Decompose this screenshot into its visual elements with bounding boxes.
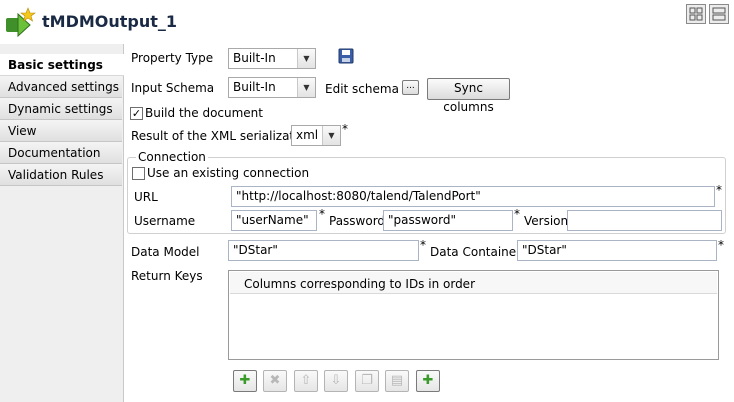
data-model-label: Data Model [131,245,200,259]
component-header: tMDMOutput_1 [0,0,734,44]
url-field[interactable]: "http://localhost:8080/talend/TalendPort… [231,186,715,207]
tab-dynamic-settings[interactable]: Dynamic settings [0,98,122,120]
build-document-checkbox[interactable]: ✓ [130,107,143,120]
required-marker: * [514,207,520,221]
password-label: Password [329,214,386,228]
required-marker: * [319,207,325,221]
return-keys-label: Return Keys [131,269,203,283]
tab-advanced-settings[interactable]: Advanced settings [0,76,122,98]
copy-icon[interactable]: ❐ [355,370,379,392]
tab-view[interactable]: View [0,120,122,142]
property-type-value: Built-In [233,51,276,65]
connection-group-title: Connection [136,150,208,164]
add-icon[interactable]: ✚ [233,370,257,392]
input-schema-value: Built-In [233,80,276,94]
tab-basic-settings[interactable]: Basic settings [0,54,124,76]
use-existing-connection-label: Use an existing connection [147,166,310,180]
property-type-select[interactable]: Built-In ▼ [228,48,316,69]
grid-view-icon[interactable] [686,4,706,24]
chevron-down-icon: ▼ [297,49,315,68]
build-document-label: Build the document [145,106,263,120]
property-type-label: Property Type [131,51,214,65]
return-keys-toolbar: ✚ ✖ ⇧ ⇩ ❐ ▤ ✚ [233,370,453,394]
data-model-field[interactable]: "DStar" [228,240,419,261]
input-schema-select[interactable]: Built-In ▼ [228,77,316,98]
settings-sidebar: Basic settings Advanced settings Dynamic… [0,44,124,402]
version-field[interactable] [567,210,722,231]
chevron-down-icon: ▼ [322,126,340,145]
component-title: tMDMOutput_1 [42,12,178,31]
paste-icon[interactable]: ▤ [385,370,409,392]
xml-serialization-value: xml [296,128,319,142]
tab-validation-rules[interactable]: Validation Rules [0,164,122,186]
move-down-icon[interactable]: ⇩ [324,370,348,392]
list-view-icon[interactable] [709,4,729,24]
return-keys-table[interactable]: Columns corresponding to IDs in order [228,270,719,360]
data-container-field[interactable]: "DStar" [517,240,717,261]
insert-icon[interactable]: ✚ [416,370,440,392]
username-field[interactable]: "userName" [231,210,317,231]
password-field[interactable]: "password" [383,210,513,231]
required-marker: * [420,238,426,252]
xml-serialization-select[interactable]: xml ▼ [291,125,341,146]
username-label: Username [134,214,196,228]
input-schema-label: Input Schema [131,81,215,95]
version-label: Version [524,214,569,228]
data-container-label: Data Container [430,245,522,259]
mdm-output-component-icon [6,7,36,38]
edit-schema-label: Edit schema [325,82,399,96]
use-existing-connection-checkbox[interactable] [132,167,145,180]
save-icon[interactable] [338,48,354,64]
xml-serialization-label: Result of the XML serialization [131,129,313,143]
edit-schema-button[interactable]: ... [402,80,419,95]
url-label: URL [134,190,158,204]
move-up-icon[interactable]: ⇧ [294,370,318,392]
required-marker: * [342,122,348,136]
required-marker: * [718,238,724,252]
required-marker: * [716,183,722,197]
return-keys-column-header[interactable]: Columns corresponding to IDs in order [230,272,717,294]
remove-icon[interactable]: ✖ [263,370,287,392]
tab-documentation[interactable]: Documentation [0,142,122,164]
sync-columns-button[interactable]: Sync columns [427,78,510,114]
basic-settings-panel: Property Type Built-In ▼ Input Schema Bu… [124,44,734,402]
chevron-down-icon: ▼ [297,78,315,97]
